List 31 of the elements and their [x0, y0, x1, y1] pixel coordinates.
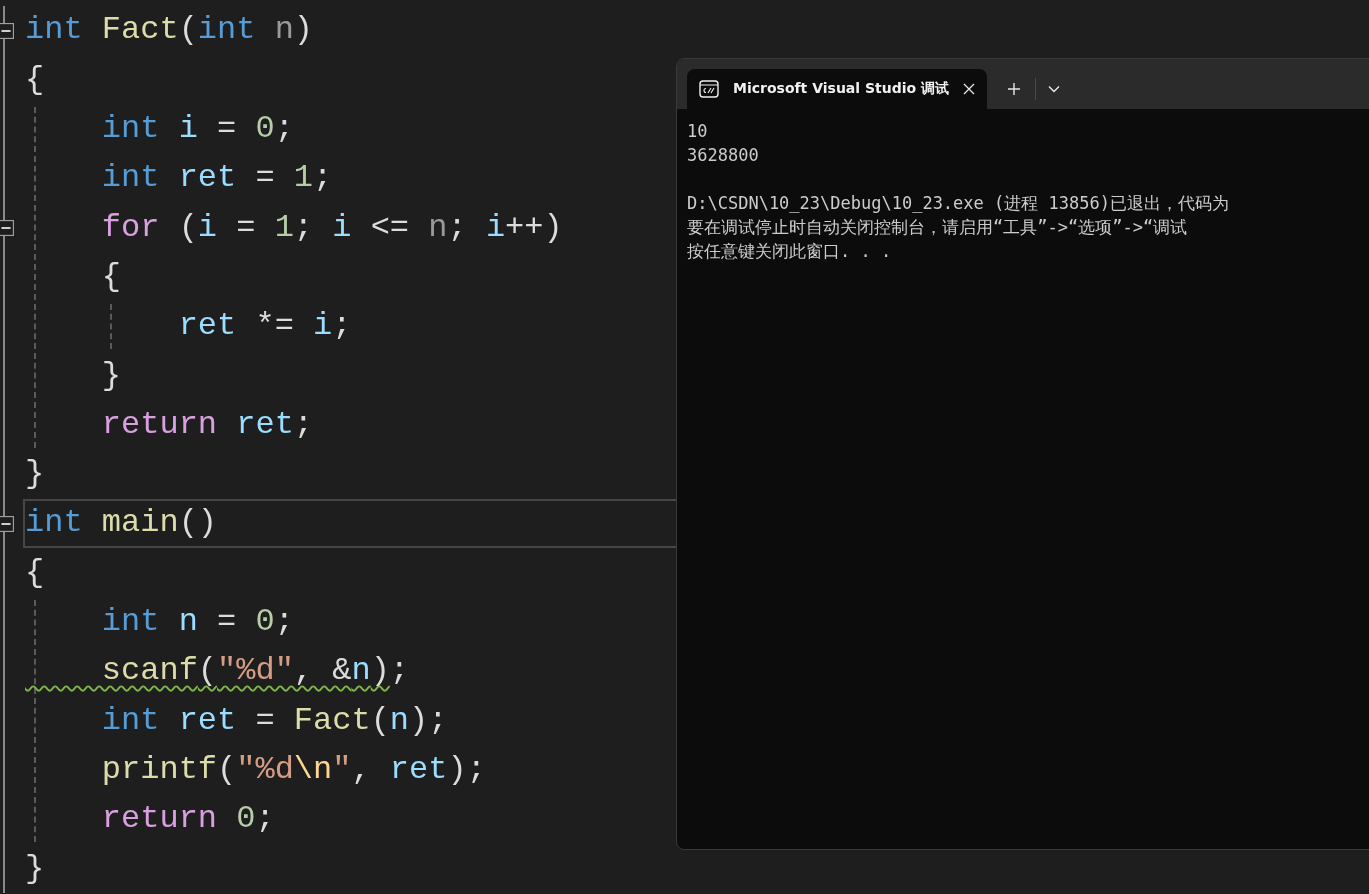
plus-icon[interactable]	[1007, 82, 1021, 96]
code-line: {	[25, 60, 45, 100]
collapse-icon[interactable]	[0, 219, 14, 236]
code-line: for (i = 1; i <= n; i++)	[100, 208, 563, 248]
code-line: int n = 0;	[100, 603, 294, 642]
code-line: int i = 0;	[100, 110, 294, 149]
close-icon[interactable]	[963, 83, 975, 95]
code-line: int ret = Fact(n);	[100, 701, 448, 740]
code-line: printf("%d\n", ret);	[100, 750, 486, 790]
terminal-icon	[699, 80, 719, 98]
console-output: 10	[687, 120, 709, 143]
code-line: return 0;	[100, 800, 275, 839]
code-line: ret *= i;	[177, 307, 352, 346]
collapse-icon[interactable]	[0, 515, 14, 532]
console-tab[interactable]: Microsoft Visual Studio 调试	[687, 69, 987, 109]
code-line: int ret = 1;	[100, 159, 333, 198]
code-line: scanf("%d", &n);	[100, 652, 410, 691]
console-message: 按任意键关闭此窗口. . .	[687, 240, 893, 263]
code-line: }	[100, 356, 121, 395]
chevron-down-icon[interactable]	[1048, 85, 1060, 93]
code-line: {	[25, 553, 45, 593]
console-message: 要在调试停止时自动关闭控制台，请启用“工具”->“选项”->“调试	[687, 216, 1189, 239]
console-message: D:\CSDN\10_23\Debug\10_23.exe (进程 13856)已退出，代码为	[687, 192, 1230, 215]
code-line: int Fact(int n)	[25, 11, 314, 50]
code-line: return ret;	[100, 405, 314, 445]
console-output: 3628800	[687, 144, 760, 167]
code-line: int main()	[25, 504, 218, 543]
code-line: {	[100, 257, 121, 297]
code-line: }	[25, 849, 45, 888]
collapse-icon[interactable]	[0, 22, 14, 39]
code-line: }	[25, 455, 45, 494]
